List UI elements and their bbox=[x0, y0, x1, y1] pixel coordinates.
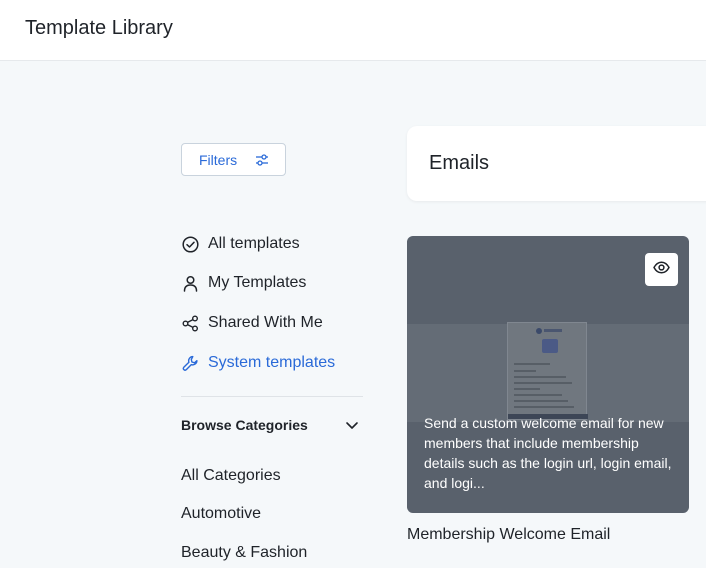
thumbnail-line bbox=[514, 382, 572, 384]
eye-icon bbox=[653, 260, 670, 279]
browse-categories-label: Browse Categories bbox=[181, 417, 308, 433]
thumbnail-line bbox=[514, 376, 566, 378]
sidebar-item-shared-with-me[interactable]: Shared With Me bbox=[181, 311, 323, 335]
thumbnail-line bbox=[514, 400, 568, 402]
chevron-down-icon bbox=[344, 417, 360, 433]
template-card[interactable]: Send a custom welcome email for new memb… bbox=[407, 236, 689, 513]
sidebar-item-label: Shared With Me bbox=[208, 314, 323, 331]
sidebar-item-all-templates[interactable]: All templates bbox=[181, 232, 300, 256]
section-title: Emails bbox=[429, 152, 490, 174]
preview-button[interactable] bbox=[645, 253, 678, 286]
thumbnail-logo bbox=[536, 328, 542, 334]
category-item[interactable]: Beauty & Fashion bbox=[181, 544, 307, 562]
category-item[interactable]: Automotive bbox=[181, 505, 261, 523]
sliders-icon bbox=[255, 153, 269, 167]
sidebar-item-system-templates[interactable]: System templates bbox=[181, 351, 335, 375]
user-icon bbox=[181, 274, 199, 292]
sidebar-divider bbox=[181, 396, 363, 397]
sidebar-item-label: System templates bbox=[208, 354, 336, 371]
template-name[interactable]: Membership Welcome Email bbox=[407, 526, 610, 544]
wrench-icon bbox=[181, 354, 199, 372]
check-circle-icon bbox=[181, 235, 199, 253]
thumbnail-line bbox=[514, 394, 562, 396]
thumbnail-line bbox=[514, 370, 536, 372]
filters-button[interactable]: Filters bbox=[181, 143, 286, 176]
thumbnail-line bbox=[514, 388, 540, 390]
filters-button-label: Filters bbox=[199, 152, 238, 168]
sidebar-item-label: All templates bbox=[208, 235, 300, 252]
thumbnail-logo-text bbox=[544, 329, 562, 332]
browse-categories-toggle[interactable]: Browse Categories bbox=[181, 414, 363, 436]
sidebar-item-label: My Templates bbox=[208, 274, 307, 291]
template-thumbnail bbox=[507, 322, 588, 420]
app-header: Template Library bbox=[0, 0, 706, 61]
thumbnail-illustration bbox=[542, 339, 558, 353]
share-icon bbox=[181, 314, 199, 332]
thumbnail-line bbox=[514, 363, 550, 365]
page-title: Template Library bbox=[25, 17, 173, 39]
thumbnail-line bbox=[514, 406, 574, 408]
template-description: Send a custom welcome email for new memb… bbox=[424, 415, 672, 491]
section-header-card: Emails bbox=[407, 126, 706, 201]
sidebar-item-my-templates[interactable]: My Templates bbox=[181, 271, 306, 295]
category-item[interactable]: All Categories bbox=[181, 467, 281, 485]
